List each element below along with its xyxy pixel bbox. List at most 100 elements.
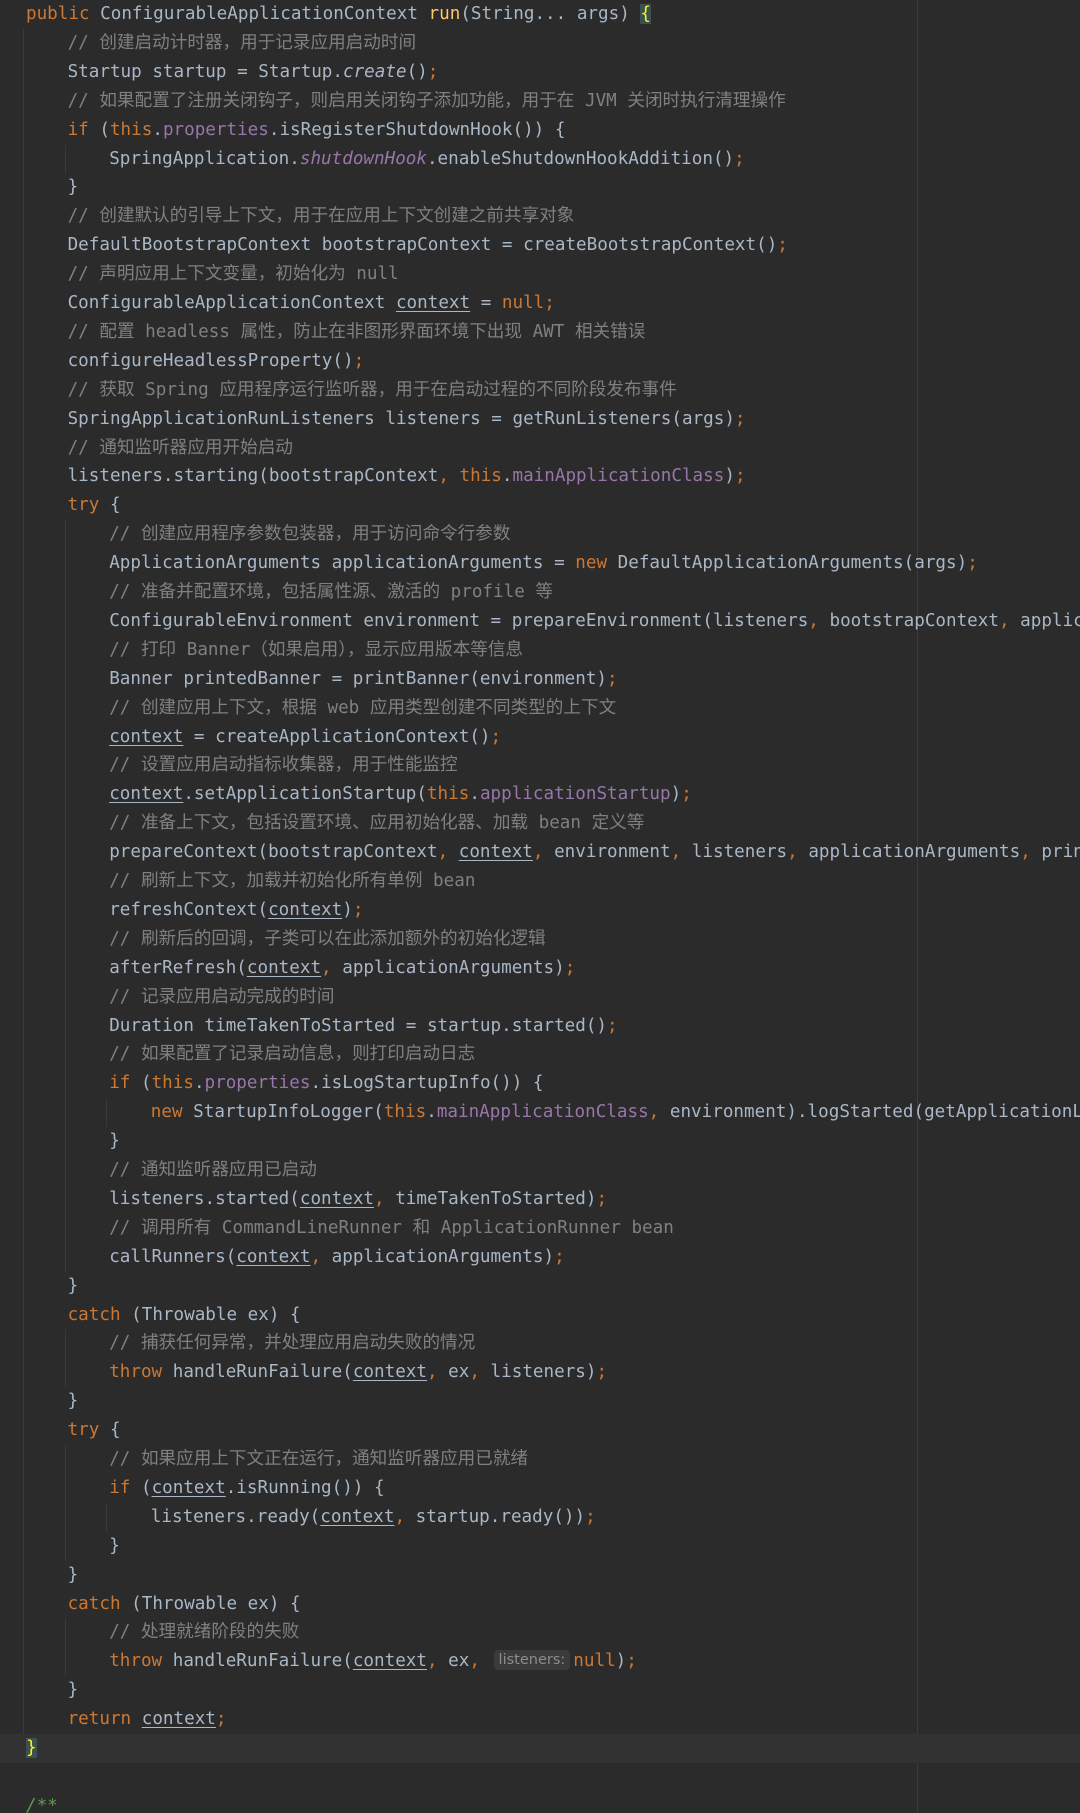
code-line[interactable]: catch (Throwable ex) {	[0, 1300, 1080, 1330]
indent-guide	[23, 751, 24, 781]
code-line[interactable]: listeners.starting(bootstrapContext, thi…	[0, 462, 1080, 492]
code-line[interactable]: listeners.ready(context, startup.ready()…	[0, 1502, 1080, 1532]
indent-guide	[64, 1184, 66, 1214]
code-line[interactable]: // 如果配置了注册关闭钩子，则启用关闭钩子添加功能，用于在 JVM 关闭时执行…	[0, 86, 1080, 116]
code-line[interactable]: // 打印 Banner（如果启用），显示应用版本等信息	[0, 635, 1080, 665]
code-token: // 打印 Banner（如果启用），显示应用版本等信息	[109, 639, 524, 660]
code-line[interactable]: public ConfigurableApplicationContext ru…	[0, 0, 1080, 29]
code-line[interactable]: // 捕获任何异常，并处理应用启动失败的情况	[0, 1329, 1080, 1359]
code-line[interactable]: // 通知监听器应用已启动	[0, 1156, 1080, 1185]
code-line[interactable]: catch (Throwable ex) {	[0, 1589, 1080, 1619]
code-text: public ConfigurableApplicationContext ru…	[26, 0, 651, 29]
code-line[interactable]: Duration timeTakenToStarted = startup.st…	[0, 1011, 1080, 1041]
code-line[interactable]: // 创建应用上下文，根据 web 应用类型创建不同类型的上下文	[0, 693, 1080, 723]
code-line[interactable]: if (this.properties.isRegisterShutdownHo…	[0, 115, 1080, 145]
code-text: refreshContext(context);	[109, 896, 363, 925]
indent-guide	[23, 1242, 24, 1272]
code-line[interactable]: // 通知监听器应用开始启动	[0, 433, 1080, 463]
code-line[interactable]: // 创建默认的引导上下文，用于在应用上下文创建之前共享对象	[0, 202, 1080, 232]
code-line[interactable]: ConfigurableEnvironment environment = pr…	[0, 606, 1080, 636]
code-token: return	[67, 1709, 142, 1730]
code-line[interactable]: }	[0, 1676, 1080, 1706]
code-line[interactable]: }	[0, 1560, 1080, 1590]
code-token: afterRefresh(	[109, 957, 247, 978]
code-line[interactable]: throw handleRunFailure(context, ex, list…	[0, 1358, 1080, 1388]
code-token: /**	[26, 1795, 58, 1813]
code-line[interactable]: // 刷新上下文，加载并初始化所有单例 bean	[0, 867, 1080, 896]
code-line[interactable]: // 如果应用上下文正在运行，通知监听器应用已就绪	[0, 1445, 1080, 1474]
code-token: }	[109, 1131, 120, 1152]
code-line[interactable]: throw handleRunFailure(context, ex, list…	[0, 1647, 1080, 1677]
code-line[interactable]: // 调用所有 CommandLineRunner 和 ApplicationR…	[0, 1213, 1080, 1243]
code-token: // 创建应用程序参数包装器，用于访问命令行参数	[109, 524, 511, 545]
code-line[interactable]: // 创建启动计时器，用于记录应用启动时间	[0, 28, 1080, 58]
code-line[interactable]: // 配置 headless 属性，防止在非图形界面环境下出现 AWT 相关错误	[0, 317, 1080, 347]
code-token: ;	[967, 553, 978, 574]
indent-guide	[23, 346, 24, 376]
code-line[interactable]: SpringApplication.shutdownHook.enableShu…	[0, 144, 1080, 174]
code-line[interactable]: context.setApplicationStartup(this.appli…	[0, 780, 1080, 810]
code-line[interactable]: // 记录应用启动完成的时间	[0, 982, 1080, 1012]
code-line[interactable]: prepareContext(bootstrapContext, context…	[0, 838, 1080, 868]
indent-guide	[23, 1416, 24, 1446]
code-line[interactable]: // 刷新后的回调，子类可以在此添加额外的初始化逻辑	[0, 924, 1080, 954]
indent-guide	[64, 895, 66, 925]
code-token: // 声明应用上下文变量，初始化为 null	[67, 264, 399, 285]
code-token: ,	[438, 466, 460, 487]
code-line[interactable]: context = createApplicationContext();	[0, 722, 1080, 752]
code-line[interactable]: DefaultBootstrapContext bootstrapContext…	[0, 231, 1080, 261]
code-line[interactable]: }	[0, 1271, 1080, 1301]
code-text: // 创建应用上下文，根据 web 应用类型创建不同类型的上下文	[109, 694, 616, 723]
indent-guide	[64, 578, 66, 607]
indent-guide	[64, 1531, 66, 1561]
code-line[interactable]: // 如果配置了记录启动信息，则打印启动日志	[0, 1040, 1080, 1070]
code-text: throw handleRunFailure(context, ex, list…	[109, 1647, 637, 1676]
code-line[interactable]: if (this.properties.isLogStartupInfo()) …	[0, 1069, 1080, 1099]
code-line[interactable]: // 设置应用启动指标收集器，用于性能监控	[0, 751, 1080, 781]
indent-guide	[23, 1560, 24, 1590]
code-token: ;	[352, 899, 364, 920]
code-line[interactable]: // 处理就绪阶段的失败	[0, 1618, 1080, 1648]
code-line[interactable]: SpringApplicationRunListeners listeners …	[0, 404, 1080, 434]
code-line[interactable]: configureHeadlessProperty();	[0, 346, 1080, 376]
code-token: applicat	[1020, 610, 1080, 631]
indent-guide	[23, 520, 24, 550]
code-token: try	[67, 1420, 110, 1441]
code-line[interactable]: try {	[0, 1416, 1080, 1446]
indent-guide	[64, 722, 66, 752]
code-line[interactable]	[0, 1763, 1080, 1792]
code-line[interactable]: }	[0, 173, 1080, 203]
code-line[interactable]: return context;	[0, 1705, 1080, 1735]
code-line[interactable]: Startup startup = Startup.create();	[0, 57, 1080, 87]
code-line[interactable]: Banner printedBanner = printBanner(envir…	[0, 664, 1080, 694]
code-line[interactable]: if (context.isRunning()) {	[0, 1473, 1080, 1503]
code-editor[interactable]: public ConfigurableApplicationContext ru…	[0, 0, 1080, 1813]
code-line[interactable]: }	[0, 1387, 1080, 1417]
code-token: shutdownHook	[299, 148, 427, 169]
code-line[interactable]: afterRefresh(context, applicationArgumen…	[0, 953, 1080, 983]
code-line[interactable]: // 创建应用程序参数包装器，用于访问命令行参数	[0, 520, 1080, 550]
code-token: mainApplicationClass	[512, 466, 725, 487]
code-line[interactable]: // 准备上下文，包括设置环境、应用初始化器、加载 bean 定义等	[0, 809, 1080, 839]
code-line[interactable]: }	[0, 1734, 1080, 1763]
code-token: ;	[734, 148, 745, 169]
code-token: (	[140, 1477, 152, 1498]
code-line[interactable]: // 声明应用上下文变量，初始化为 null	[0, 260, 1080, 290]
indent-guide	[23, 1531, 24, 1561]
code-token: ,	[394, 1506, 416, 1527]
code-line[interactable]: listeners.started(context, timeTakenToSt…	[0, 1184, 1080, 1214]
code-line[interactable]: // 准备并配置环境，包括属性源、激活的 profile 等	[0, 578, 1080, 607]
code-line[interactable]: /**	[0, 1792, 1080, 1813]
code-line[interactable]: new StartupInfoLogger(this.mainApplicati…	[0, 1098, 1080, 1128]
code-line[interactable]: ConfigurableApplicationContext context =…	[0, 289, 1080, 318]
code-line[interactable]: // 获取 Spring 应用程序运行监听器，用于在启动过程的不同阶段发布事件	[0, 375, 1080, 405]
code-line[interactable]: }	[0, 1127, 1080, 1157]
code-line[interactable]: try {	[0, 491, 1080, 521]
code-token: .isRegisterShutdownHook()) {	[268, 119, 566, 140]
code-line[interactable]: }	[0, 1531, 1080, 1561]
code-line[interactable]: refreshContext(context);	[0, 895, 1080, 925]
code-token: // 处理就绪阶段的失败	[109, 1622, 300, 1643]
code-line[interactable]: callRunners(context, applicationArgument…	[0, 1242, 1080, 1272]
code-token: ;	[607, 668, 618, 689]
code-line[interactable]: ApplicationArguments applicationArgument…	[0, 549, 1080, 579]
